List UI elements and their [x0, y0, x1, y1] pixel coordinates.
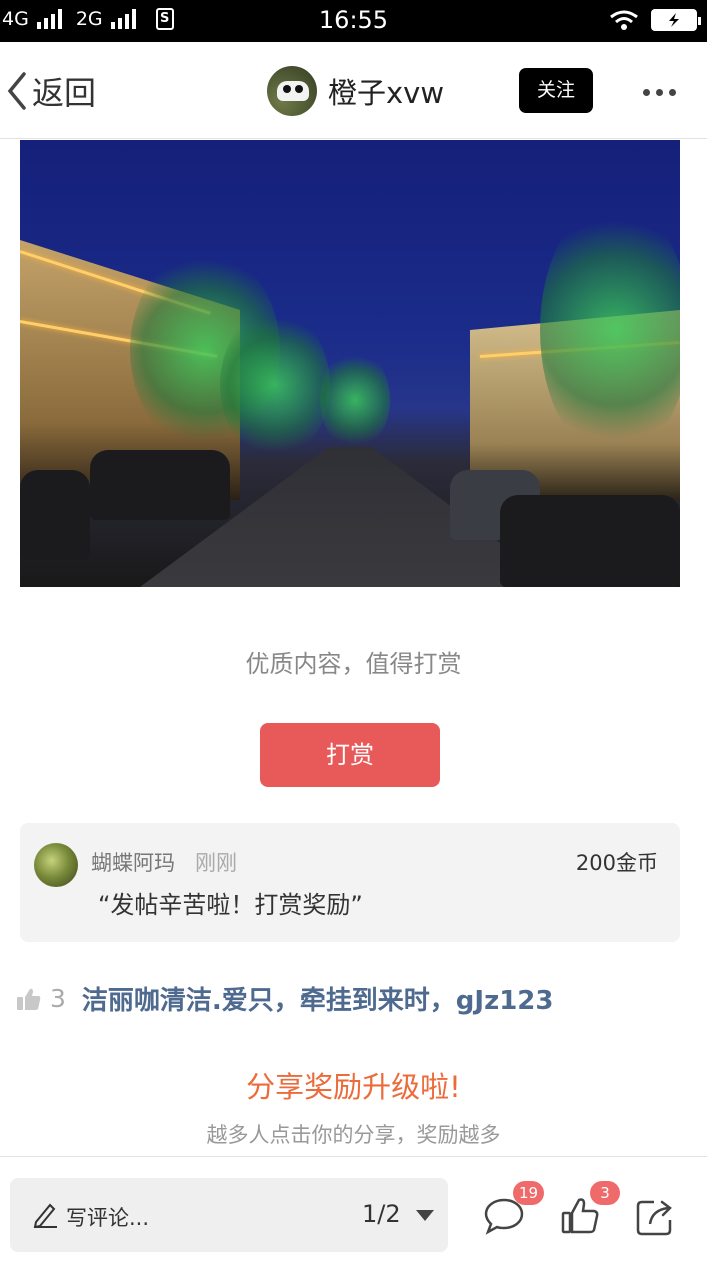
comment-input[interactable]: 写评论... 1/2: [10, 1178, 448, 1252]
tip-amount: 200金币: [575, 851, 658, 875]
share-icon[interactable]: [634, 1194, 678, 1238]
tipper-name[interactable]: 蝴蝶阿玛: [91, 847, 175, 877]
reward-button[interactable]: 打赏: [260, 723, 440, 787]
like-count-badge: 3: [590, 1181, 620, 1205]
tip-message: “发帖辛苦啦！打赏奖励”: [98, 891, 363, 919]
follow-button[interactable]: 关注: [519, 68, 593, 113]
post-header: 返回 橙子xvw 关注: [0, 42, 707, 139]
reward-prompt: 优质内容，值得打赏: [245, 650, 462, 678]
tip-record: 蝴蝶阿玛 刚刚 200金币 “发帖辛苦啦！打赏奖励”: [20, 823, 680, 942]
author-info[interactable]: 橙子xvw: [267, 66, 444, 116]
wifi-icon: [610, 10, 638, 30]
page-indicator[interactable]: 1/2: [362, 1200, 401, 1228]
share-reward-subtitle: 越多人点击你的分享，奖励越多: [206, 1123, 501, 1147]
caret-down-icon[interactable]: [416, 1210, 434, 1221]
chevron-left-icon: [7, 72, 26, 110]
likes-row: 3 洁丽咖清洁.爱只，牵挂到来时，gJz123: [16, 980, 553, 1017]
author-name[interactable]: 橙子xvw: [328, 70, 444, 112]
thumbs-up-icon: [17, 988, 41, 1010]
tip-time: 刚刚: [195, 851, 237, 875]
back-label: 返回: [32, 74, 97, 112]
comment-placeholder: 写评论...: [66, 1206, 150, 1230]
avatar[interactable]: [267, 66, 317, 116]
status-time: 16:55: [318, 6, 389, 34]
comment-count-badge: 19: [513, 1181, 545, 1205]
share-reward-title[interactable]: 分享奖励升级啦!: [0, 1064, 707, 1106]
post-image[interactable]: [20, 140, 680, 587]
more-options-icon[interactable]: [643, 89, 676, 96]
status-bar: 4G 2G S 16:55: [0, 0, 707, 42]
likers-list[interactable]: 洁丽咖清洁.爱只，牵挂到来时，gJz123: [82, 980, 554, 1017]
likes-count: 3: [50, 984, 66, 1013]
battery-icon: [651, 9, 701, 31]
bottom-toolbar: 写评论... 1/2 19 3: [0, 1156, 707, 1274]
status-right: [609, 9, 701, 31]
back-button[interactable]: 返回: [6, 68, 96, 114]
tipper-avatar[interactable]: [34, 843, 78, 887]
pencil-icon: [33, 1203, 57, 1228]
